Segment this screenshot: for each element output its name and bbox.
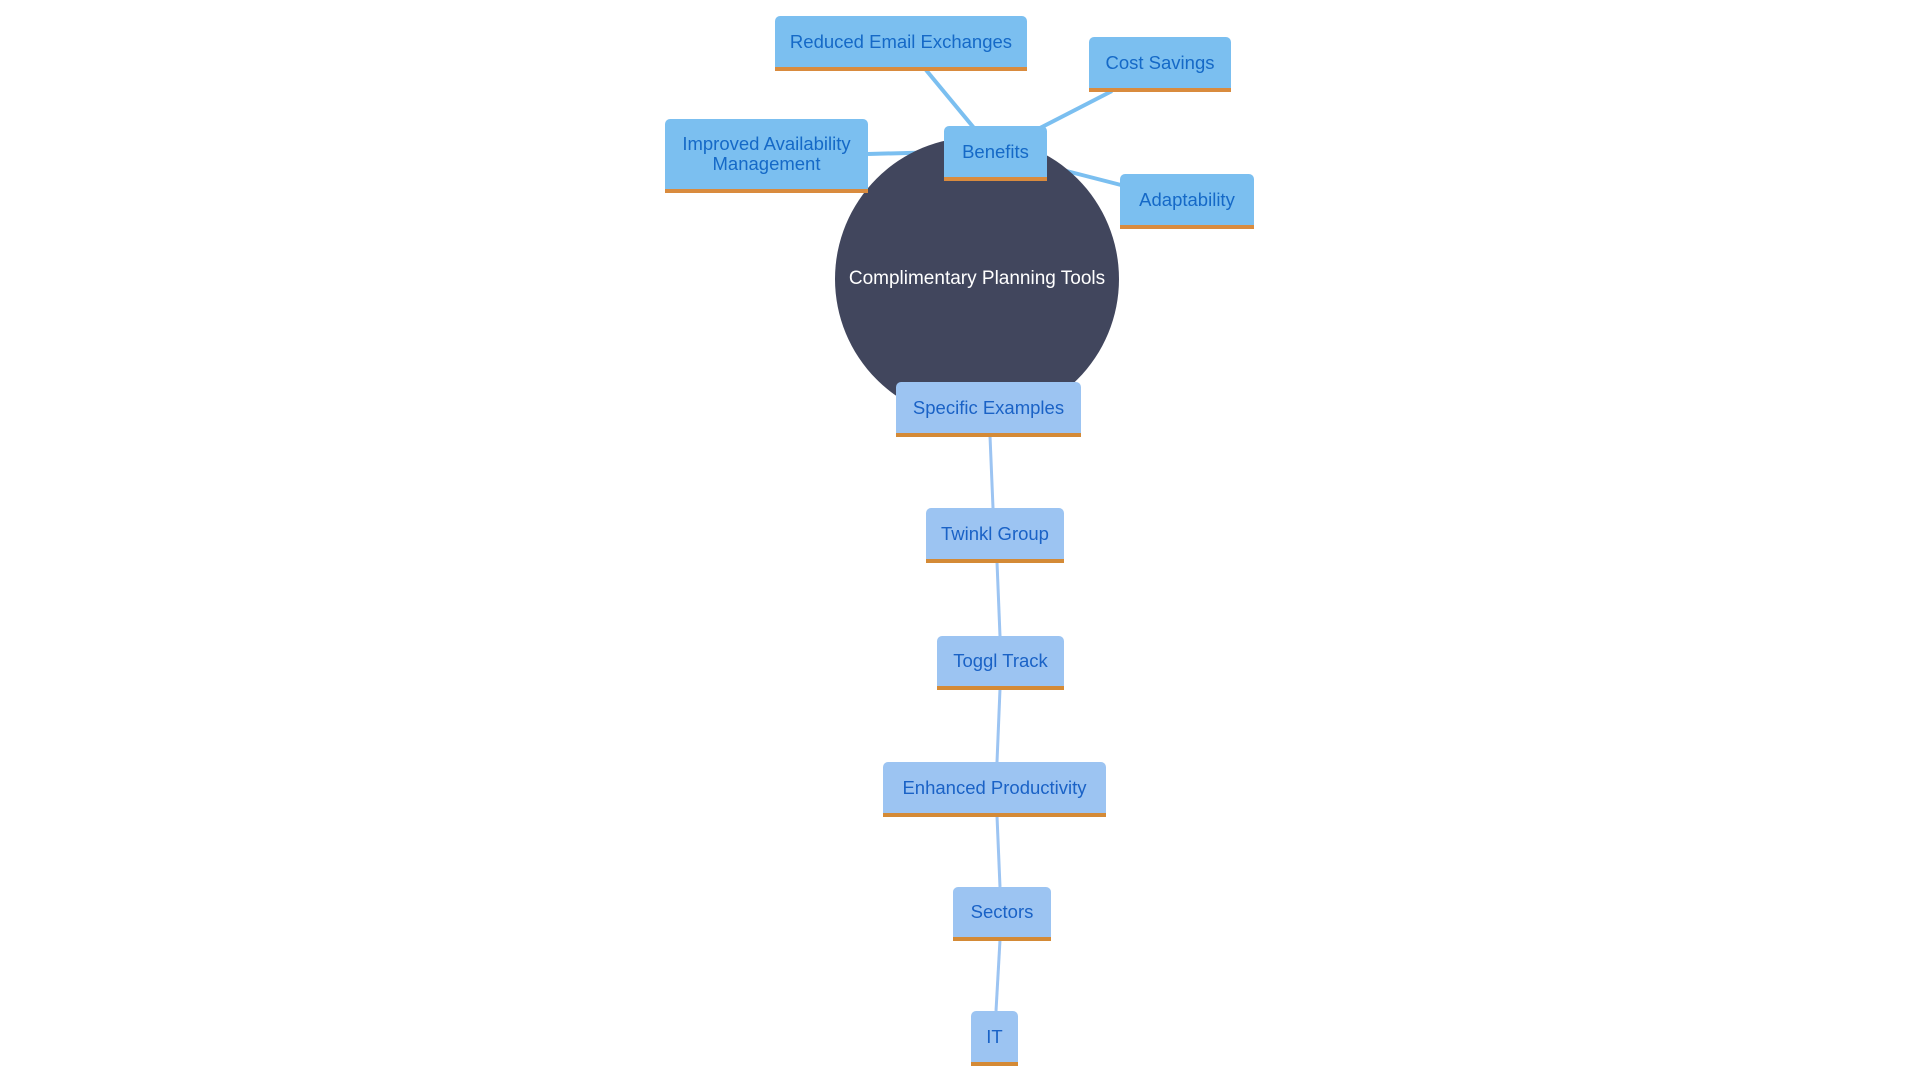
node-label: IT — [986, 1025, 1003, 1047]
node-reduced-email-exchanges[interactable]: Reduced Email Exchanges — [775, 16, 1027, 71]
node-specific-examples[interactable]: Specific Examples — [896, 382, 1081, 437]
node-adaptability[interactable]: Adaptability — [1120, 174, 1254, 229]
edge-sectors-it — [994, 939, 1002, 1012]
edge-toggl-productivity — [995, 688, 1002, 763]
node-label: Enhanced Productivity — [902, 776, 1087, 798]
node-sectors[interactable]: Sectors — [953, 887, 1051, 941]
edge-productivity-sectors — [995, 815, 1002, 888]
edge-twinkl-toggl — [995, 561, 1002, 637]
node-benefits[interactable]: Benefits — [944, 126, 1047, 181]
node-cost-savings[interactable]: Cost Savings — [1089, 37, 1231, 92]
node-label: Twinkl Group — [941, 522, 1049, 544]
edge-examples-twinkl — [988, 435, 995, 509]
node-label: Improved Availability Management — [682, 133, 851, 174]
node-twinkl-group[interactable]: Twinkl Group — [926, 508, 1064, 563]
node-it[interactable]: IT — [971, 1011, 1018, 1066]
node-label: Cost Savings — [1105, 51, 1215, 73]
node-label: Specific Examples — [912, 396, 1065, 418]
edge-benefits-reduced-email — [924, 68, 976, 130]
node-label: Benefits — [962, 140, 1029, 162]
node-enhanced-productivity[interactable]: Enhanced Productivity — [883, 762, 1106, 817]
node-label: Toggl Track — [953, 650, 1048, 671]
node-label: Reduced Email Exchanges — [789, 30, 1013, 52]
edge-benefits-cost-savings — [1039, 89, 1113, 130]
node-label: Sectors — [970, 901, 1034, 922]
node-label: Adaptability — [1139, 188, 1235, 210]
node-toggl-track[interactable]: Toggl Track — [937, 636, 1064, 690]
node-improved-availability-management[interactable]: Improved Availability Management — [665, 119, 868, 193]
root-label: Complimentary Planning Tools — [848, 268, 1106, 289]
